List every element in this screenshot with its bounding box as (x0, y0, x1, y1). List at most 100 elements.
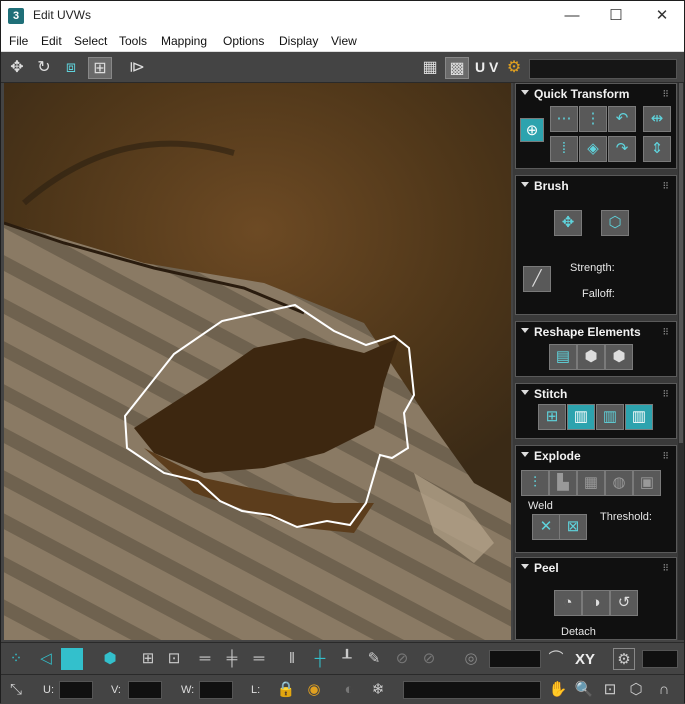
falloff-curve-icon[interactable]: ╱ (523, 266, 551, 292)
quick-peel-icon[interactable]: ◔ (554, 590, 582, 616)
unhide-icon[interactable]: ◐ (338, 679, 360, 701)
menu-select[interactable]: Select (74, 34, 107, 48)
move-icon[interactable]: ✥ (5, 57, 29, 79)
straighten-icon[interactable]: ▤ (549, 344, 577, 370)
grip-icon[interactable]: ⠿ (662, 327, 670, 338)
edge-select-icon[interactable]: ◁ (35, 648, 57, 670)
paint-move-icon[interactable]: ✥ (554, 210, 582, 236)
rollout-title[interactable]: Quick Transform (534, 87, 629, 101)
absolute-offset-icon[interactable]: ⤡ (5, 679, 27, 701)
polygon-select-icon[interactable] (61, 648, 83, 670)
panel-scrollbar[interactable] (678, 83, 684, 640)
relax-icon[interactable]: ⬢ (577, 344, 605, 370)
align-horizontal-icon[interactable]: ⋯ (550, 106, 578, 132)
mirror-icon[interactable]: ⧐ (125, 57, 149, 79)
collapse-triangle-icon[interactable] (521, 564, 529, 569)
menu-file[interactable]: File (9, 34, 28, 48)
pan-icon[interactable]: ✋ (547, 679, 569, 701)
split-icon[interactable]: ▙ (549, 470, 577, 496)
xy-toggle[interactable]: XY (575, 651, 595, 668)
selection-set-field[interactable] (403, 681, 541, 699)
shrink-selection-icon[interactable]: ⊡ (163, 648, 185, 670)
rotate-plus-90-icon[interactable]: ↷ (608, 136, 636, 162)
flatten-by-smoothing-icon[interactable]: ▦ (577, 470, 605, 496)
uv-toggle[interactable]: U V (475, 59, 498, 75)
edge-distance-value[interactable] (642, 650, 678, 668)
collapse-triangle-icon[interactable] (521, 90, 529, 95)
rotate-minus-90-icon[interactable]: ↶ (608, 106, 636, 132)
select-overlap-icon[interactable]: ┼ (309, 648, 331, 670)
grip-icon[interactable]: ⠿ (662, 563, 670, 574)
scrollbar-thumb[interactable] (679, 83, 683, 443)
freeze-icon[interactable]: ❄ (367, 679, 389, 701)
rollout-title[interactable]: Brush (534, 179, 569, 193)
rollout-title[interactable]: Peel (534, 561, 559, 575)
space-horizontal-icon[interactable]: ⇹ (643, 106, 671, 132)
scale-icon[interactable]: ⧈ (59, 57, 83, 79)
options-icon[interactable]: ⚙ (502, 57, 526, 79)
menu-mapping[interactable]: Mapping (161, 34, 207, 48)
soft-selection-icon[interactable]: ◎ (460, 648, 482, 670)
reset-peel-icon[interactable]: ↺ (610, 590, 638, 616)
zoom-region-icon[interactable]: ⊡ (599, 679, 621, 701)
soft-selection-value[interactable] (489, 650, 541, 668)
checker-icon[interactable]: ▦ (418, 57, 442, 79)
menu-display[interactable]: Display (279, 34, 318, 48)
w-field[interactable] (199, 681, 233, 699)
collapse-triangle-icon[interactable] (521, 390, 529, 395)
grip-icon[interactable]: ⠿ (662, 89, 670, 100)
uv-viewport[interactable] (4, 83, 511, 640)
flatten-by-material-icon[interactable]: ◍ (605, 470, 633, 496)
ring-grow-icon[interactable]: ‖ (281, 648, 303, 670)
rollout-title[interactable]: Stitch (534, 387, 567, 401)
element-select-icon[interactable]: ⬢ (99, 648, 121, 670)
lock-icon[interactable]: 🔒 (275, 679, 297, 701)
break-icon[interactable]: ⫶ (521, 470, 549, 496)
freeform-icon[interactable]: ⊞ (88, 57, 112, 79)
ring-icon[interactable]: ═ (248, 648, 270, 670)
rotate-icon[interactable]: ↻ (32, 57, 56, 79)
paint-select-shrink-icon[interactable]: ⊘ (418, 648, 440, 670)
grip-icon[interactable]: ⠿ (662, 181, 670, 192)
close-button[interactable]: ✕ (639, 1, 685, 32)
detach-label[interactable]: Detach (561, 626, 596, 638)
grip-icon[interactable]: ⠿ (662, 389, 670, 400)
stitch-custom-icon[interactable]: ⊞ (538, 404, 566, 430)
loop-grow-icon[interactable]: ╪ (221, 648, 243, 670)
align-center-icon[interactable]: ◈ (579, 136, 607, 162)
grow-selection-icon[interactable]: ⊞ (137, 648, 159, 670)
checker-active-icon[interactable]: ▩ (445, 57, 469, 79)
rollout-title[interactable]: Reshape Elements (534, 325, 641, 339)
hide-icon[interactable]: ◉ (303, 679, 325, 701)
menu-view[interactable]: View (331, 34, 357, 48)
stitch-average-icon[interactable]: ▥ (596, 404, 624, 430)
select-flipped-icon[interactable]: ┸ (336, 648, 358, 670)
maximize-button[interactable]: ☐ (593, 1, 639, 32)
grip-icon[interactable]: ⠿ (662, 451, 670, 462)
menu-edit[interactable]: Edit (41, 34, 62, 48)
falloff-type-icon[interactable]: ⌒ (545, 648, 567, 670)
menu-options[interactable]: Options (223, 34, 264, 48)
space-vertical-icon[interactable]: ⁞ (550, 136, 578, 162)
align-vertical-icon[interactable]: ⋮ (579, 106, 607, 132)
vertex-select-icon[interactable]: ⁘ (5, 648, 27, 670)
minimize-button[interactable]: — (549, 1, 595, 32)
loop-icon[interactable]: ═ (194, 648, 216, 670)
stitch-to-source-icon[interactable]: ▥ (625, 404, 653, 430)
texture-dropdown[interactable] (529, 59, 677, 79)
menu-tools[interactable]: Tools (119, 34, 147, 48)
paint-select-icon[interactable]: ✎ (363, 648, 385, 670)
weld-all-icon[interactable]: ⊠ (559, 514, 587, 540)
v-field[interactable] (128, 681, 162, 699)
paint-select-grow-icon[interactable]: ⊘ (391, 648, 413, 670)
set-gizmo-icon[interactable]: ⊕ (520, 118, 544, 142)
snap-icon[interactable]: ∩ (653, 679, 675, 701)
space-vertical-2-icon[interactable]: ⇕ (643, 136, 671, 162)
rollout-title[interactable]: Explode (534, 449, 581, 463)
collapse-triangle-icon[interactable] (521, 182, 529, 187)
zoom-extents-icon[interactable]: ⬡ (625, 679, 647, 701)
weld-selected-icon[interactable]: ✕ (532, 514, 560, 540)
peel-mode-icon[interactable]: ◑ (582, 590, 610, 616)
relax-by-polygon-icon[interactable]: ⬢ (605, 344, 633, 370)
edge-distance-icon[interactable]: ⚙ (613, 648, 635, 670)
